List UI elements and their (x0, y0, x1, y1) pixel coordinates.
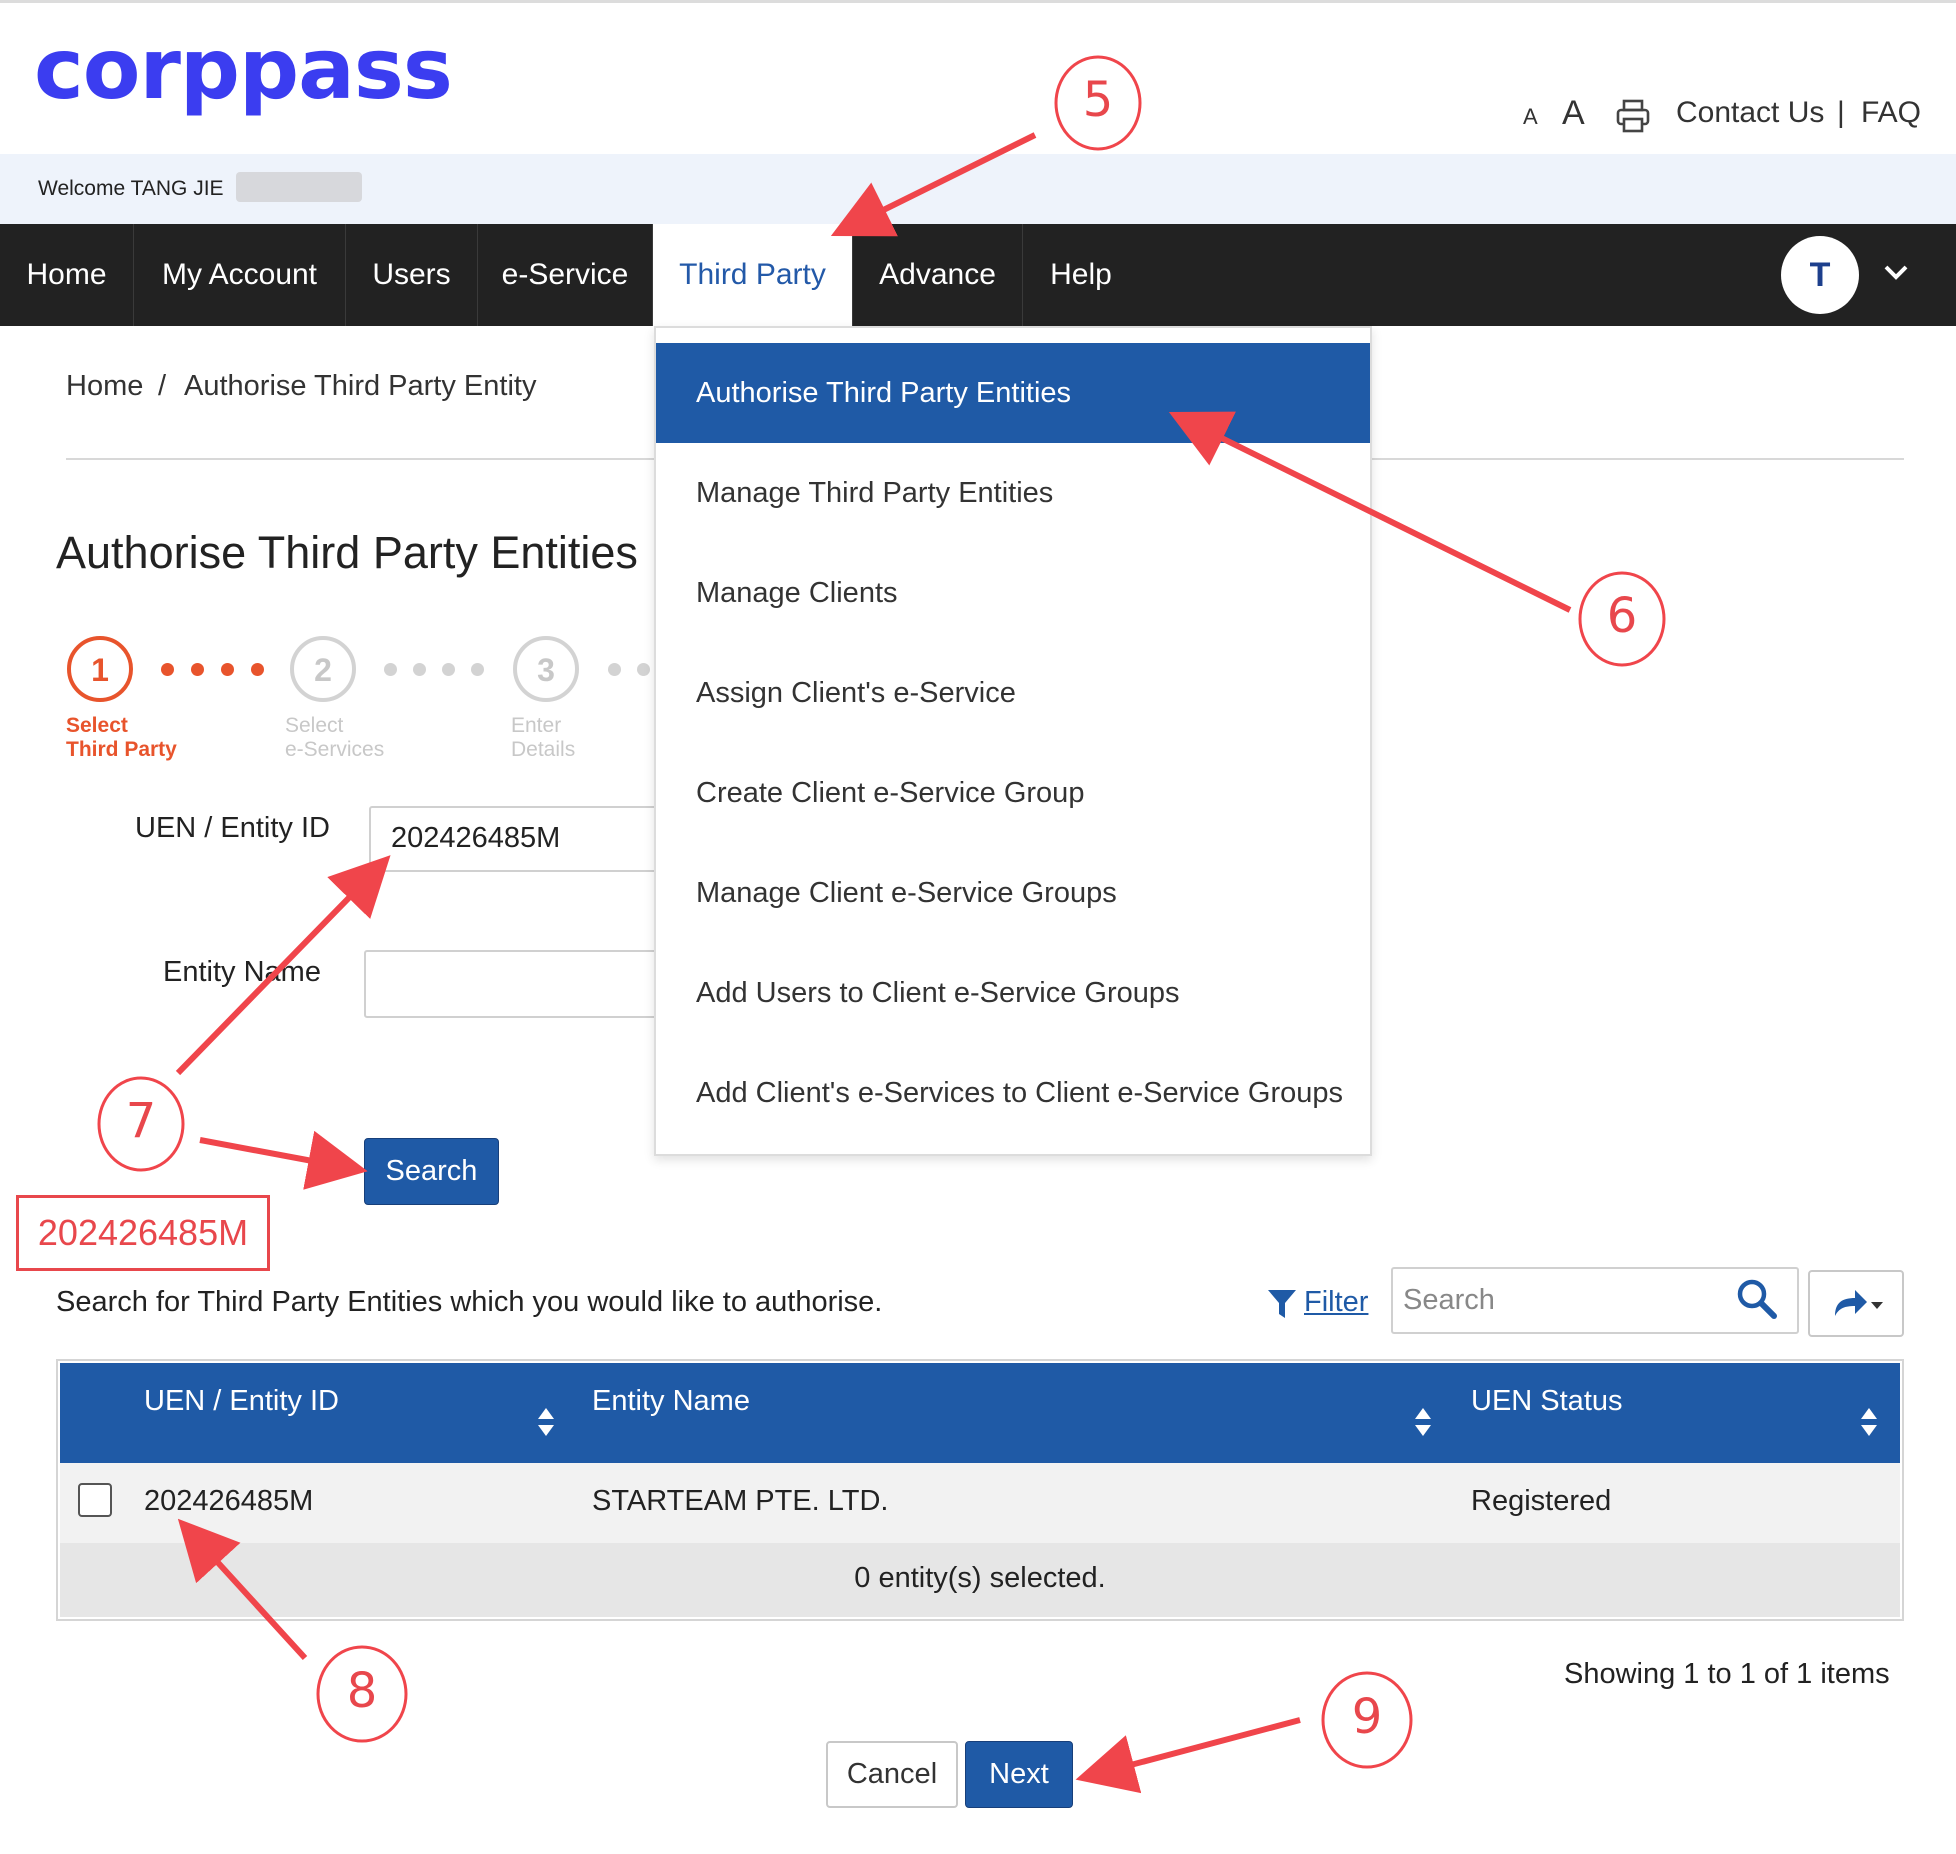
arrow-9 (1075, 1717, 1301, 1794)
nav-my-account[interactable]: My Account (134, 224, 346, 326)
menu-item-add-users-to-groups[interactable]: Add Users to Client e-Service Groups (656, 943, 1370, 1043)
sort-icon[interactable] (1860, 1406, 1878, 1438)
entity-name-input[interactable] (364, 950, 669, 1018)
nav-e-service[interactable]: e-Service (478, 224, 653, 326)
step-dot (221, 663, 234, 676)
step-dot (471, 663, 484, 676)
callout-8: 8 (346, 1663, 378, 1719)
step-3-label: Enter Details (511, 714, 576, 761)
column-header-uen[interactable]: UEN / Entity ID (144, 1385, 339, 1418)
step-dot (161, 663, 174, 676)
entity-name-label: Entity Name (163, 956, 321, 988)
cancel-button[interactable]: Cancel (826, 1741, 958, 1808)
nav-third-party[interactable]: Third Party (653, 224, 853, 326)
menu-item-add-e-services-to-groups[interactable]: Add Client's e-Services to Client e-Serv… (656, 1043, 1370, 1143)
next-button[interactable]: Next (965, 1741, 1073, 1808)
step-dot (384, 663, 397, 676)
step-2-circle: 2 (290, 636, 356, 702)
step-1-label: Select Third Party (66, 714, 177, 761)
search-icon[interactable] (1735, 1277, 1779, 1321)
page-title: Authorise Third Party Entities (56, 527, 638, 578)
header-separator: | (1837, 96, 1845, 129)
menu-item-manage-client-groups[interactable]: Manage Client e-Service Groups (656, 843, 1370, 943)
callout-7: 7 (125, 1093, 157, 1149)
step-dot (413, 663, 426, 676)
chevron-down-icon[interactable] (1876, 252, 1916, 292)
sort-icon[interactable] (537, 1406, 555, 1438)
step-1-circle: 1 (67, 636, 133, 702)
annotation-uen-box: 202426485M (16, 1195, 270, 1271)
share-arrow-icon (1821, 1290, 1891, 1341)
nav-home[interactable]: Home (0, 224, 134, 326)
uen-label: UEN / Entity ID (135, 812, 330, 844)
nav-users[interactable]: Users (346, 224, 478, 326)
step-dot (191, 663, 204, 676)
top-border (0, 0, 1956, 3)
menu-item-authorise-third-party[interactable]: Authorise Third Party Entities (656, 343, 1370, 443)
step-dot (637, 663, 650, 676)
menu-item-manage-clients[interactable]: Manage Clients (656, 543, 1370, 643)
callout-5: 5 (1082, 72, 1114, 128)
uen-input[interactable]: 202426485M (369, 806, 669, 872)
corppass-logo[interactable]: corppass (34, 20, 453, 118)
nav-help[interactable]: Help (1023, 224, 1139, 326)
breadcrumb-separator: / (158, 370, 167, 402)
welcome-text: Welcome TANG JIE (38, 177, 224, 200)
user-avatar[interactable]: T (1781, 236, 1859, 314)
menu-item-create-client-group[interactable]: Create Client e-Service Group (656, 743, 1370, 843)
arrow-7b (199, 1130, 368, 1190)
menu-item-assign-client-e-service[interactable]: Assign Client's e-Service (656, 643, 1370, 743)
row-select-checkbox[interactable] (78, 1483, 112, 1517)
step-dot (442, 663, 455, 676)
filter-link[interactable]: Filter (1304, 1286, 1368, 1319)
table-row[interactable] (60, 1463, 1900, 1543)
contact-us-link[interactable]: Contact Us (1676, 96, 1824, 130)
step-2-label: Select e-Services (285, 714, 385, 761)
breadcrumb-current: Authorise Third Party Entity (184, 370, 537, 402)
pagination-info: Showing 1 to 1 of 1 items (1564, 1658, 1890, 1690)
faq-link[interactable]: FAQ (1861, 96, 1921, 130)
third-party-dropdown: Authorise Third Party Entities Manage Th… (654, 326, 1372, 1156)
breadcrumb-home[interactable]: Home (66, 370, 143, 403)
print-icon[interactable] (1615, 98, 1651, 134)
callout-6: 6 (1606, 588, 1638, 644)
menu-item-manage-third-party[interactable]: Manage Third Party Entities (656, 443, 1370, 543)
font-size-large-button[interactable]: A (1562, 94, 1585, 133)
selected-count: 0 entity(s) selected. (854, 1562, 1106, 1594)
sort-icon[interactable] (1414, 1406, 1432, 1438)
column-header-uen-status[interactable]: UEN Status (1471, 1385, 1623, 1418)
cell-entity-name: STARTEAM PTE. LTD. (592, 1485, 889, 1517)
step-dot (251, 663, 264, 676)
cell-uen: 202426485M (144, 1485, 314, 1517)
filter-icon[interactable] (1267, 1288, 1297, 1320)
results-hint: Search for Third Party Entities which yo… (56, 1286, 883, 1318)
redacted-name (236, 172, 362, 202)
callout-9: 9 (1351, 1689, 1383, 1745)
cell-uen-status: Registered (1471, 1485, 1612, 1517)
column-header-entity-name[interactable]: Entity Name (592, 1385, 750, 1418)
export-share-button[interactable] (1808, 1270, 1904, 1337)
step-3-circle: 3 (513, 636, 579, 702)
search-button[interactable]: Search (364, 1138, 499, 1205)
step-dot (608, 663, 621, 676)
nav-advance[interactable]: Advance (853, 224, 1023, 326)
font-size-small-button[interactable]: A (1523, 104, 1538, 130)
